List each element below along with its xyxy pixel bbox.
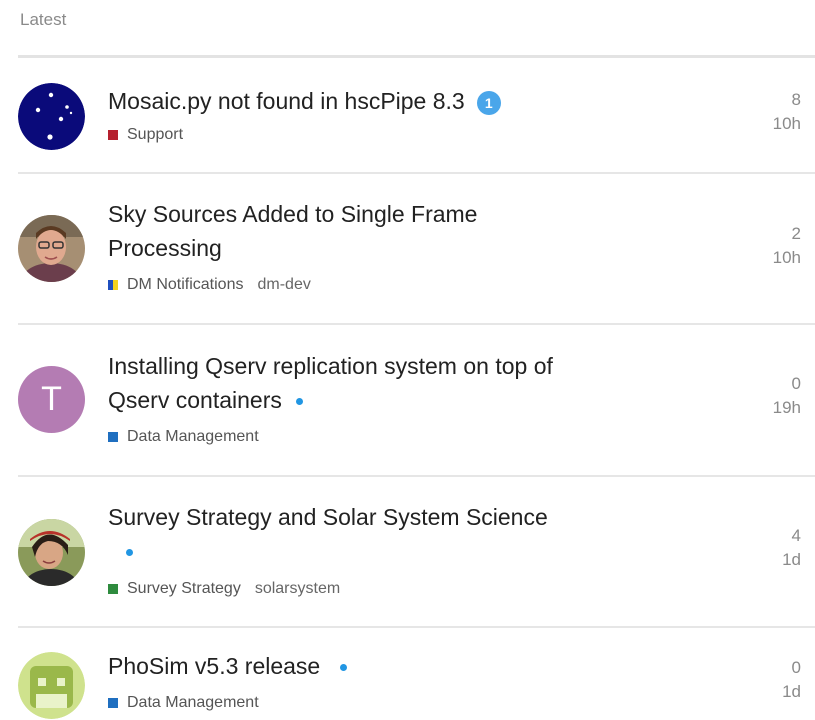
avatar[interactable]: T	[18, 366, 85, 433]
category-label[interactable]: DM Notifications dm-dev	[108, 276, 311, 294]
avatar[interactable]	[18, 83, 85, 150]
category-color-square	[108, 584, 118, 594]
category-label[interactable]: Survey Strategy solarsystem	[108, 580, 340, 598]
avatar[interactable]	[18, 652, 85, 719]
topic-title: Mosaic.py not found in hscPipe 8.3 1	[108, 84, 608, 118]
activity-age[interactable]: 1d	[782, 548, 801, 572]
topic-title: Sky Sources Added to Single Frame Proces…	[108, 197, 568, 265]
topic-stats: 0 19h	[773, 372, 801, 420]
category-label[interactable]: Data Management	[108, 428, 259, 446]
topic-tag[interactable]: solarsystem	[255, 580, 340, 598]
category-name: Data Management	[127, 428, 259, 445]
reply-count[interactable]: 4	[782, 524, 801, 548]
topic-title: Installing Qserv replication system on t…	[108, 349, 608, 417]
topic-link[interactable]: PhoSim v5.3 release	[108, 653, 320, 679]
activity-age[interactable]: 19h	[773, 396, 801, 420]
reply-count[interactable]: 2	[773, 222, 801, 246]
section-title: Latest	[20, 10, 67, 29]
unread-badge[interactable]: 1	[476, 90, 501, 115]
topic-divider	[18, 475, 815, 477]
avatar[interactable]	[18, 215, 85, 282]
topic-divider	[18, 626, 815, 628]
topic-title: PhoSim v5.3 release	[108, 649, 608, 683]
topic-title: Survey Strategy and Solar System Science	[108, 500, 628, 568]
activity-age[interactable]: 10h	[773, 246, 801, 270]
activity-age[interactable]: 10h	[773, 112, 801, 136]
topic-stats: 0 1d	[782, 656, 801, 704]
category-color-square	[108, 130, 118, 140]
topic-stats: 4 1d	[782, 524, 801, 572]
category-name: DM Notifications	[127, 276, 244, 293]
new-topic-dot	[126, 549, 133, 557]
category-label[interactable]: Support	[108, 126, 183, 144]
topic-link[interactable]: Survey Strategy and Solar System Science	[108, 504, 548, 530]
category-color-square	[108, 280, 118, 290]
category-label[interactable]: Data Management	[108, 694, 259, 712]
avatar[interactable]	[18, 519, 85, 586]
reply-count[interactable]: 0	[782, 656, 801, 680]
topic-stats: 2 10h	[773, 222, 801, 270]
reply-count[interactable]: 0	[773, 372, 801, 396]
avatar-letter: T	[41, 380, 62, 418]
topic-link[interactable]: Installing Qserv replication system on t…	[108, 353, 553, 413]
activity-age[interactable]: 1d	[782, 680, 801, 704]
new-topic-dot	[295, 398, 303, 406]
category-color-square	[108, 432, 118, 442]
category-name: Survey Strategy	[127, 580, 241, 597]
header-divider	[18, 55, 815, 58]
new-topic-dot	[340, 664, 348, 672]
category-color-square	[108, 698, 118, 708]
topic-tag[interactable]: dm-dev	[257, 276, 310, 294]
category-name: Data Management	[127, 694, 259, 711]
topic-stats: 8 10h	[773, 88, 801, 136]
topic-divider	[18, 323, 815, 325]
category-name: Support	[127, 126, 184, 143]
reply-count[interactable]: 8	[773, 88, 801, 112]
topic-link[interactable]: Sky Sources Added to Single Frame Proces…	[108, 201, 477, 261]
topic-link[interactable]: Mosaic.py not found in hscPipe 8.3	[108, 88, 465, 114]
topic-divider	[18, 172, 815, 174]
